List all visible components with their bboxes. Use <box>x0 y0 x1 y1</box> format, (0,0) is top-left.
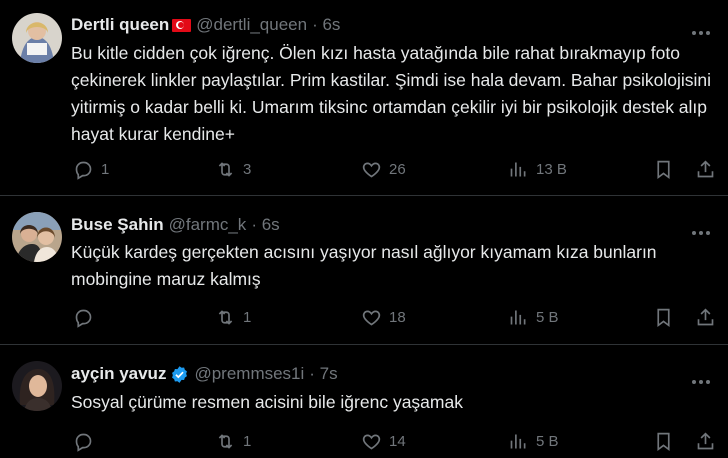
bookmark-button[interactable] <box>653 431 674 452</box>
display-name[interactable]: ayçin yavuz <box>71 364 166 384</box>
share-button[interactable] <box>695 431 716 452</box>
turkey-flag-icon <box>172 18 192 32</box>
avatar[interactable] <box>12 212 62 262</box>
retweet-button[interactable]: 3 <box>215 159 251 180</box>
heart-icon <box>362 434 381 450</box>
retweet-button[interactable]: 1 <box>215 431 251 452</box>
share-icon <box>697 432 714 450</box>
reply-button[interactable]: 1 <box>73 159 109 180</box>
reply-icon <box>75 433 92 452</box>
bookmark-button[interactable] <box>653 307 674 328</box>
like-button[interactable]: 14 <box>361 431 406 452</box>
avatar[interactable] <box>12 361 62 411</box>
views-button[interactable]: 5 B <box>508 307 559 328</box>
tweet-actions: 1 14 5 B <box>71 431 716 455</box>
tweet-text: Bu kitle cidden çok iğrenç. Ölen kızı ha… <box>71 43 711 144</box>
tweet-text: Sosyal çürüme resmen acisini bile iğrenc… <box>71 392 463 412</box>
timestamp[interactable]: · 6s <box>251 215 279 235</box>
tweet-text: Küçük kardeş gerçekten acısını yaşıyor n… <box>71 242 657 289</box>
heart-icon <box>362 162 381 178</box>
handle[interactable]: @premmses1i <box>194 364 304 384</box>
share-button[interactable] <box>695 307 716 328</box>
bookmark-icon <box>657 432 670 452</box>
retweet-count: 3 <box>243 161 252 178</box>
bookmark-button[interactable] <box>653 159 674 180</box>
heart-icon <box>362 310 381 326</box>
views-icon <box>510 434 526 449</box>
like-button[interactable]: 18 <box>361 307 406 328</box>
view-count: 5 B <box>536 309 559 326</box>
retweet-count: 1 <box>243 433 252 450</box>
retweet-button[interactable]: 1 <box>215 307 251 328</box>
reply-button[interactable] <box>73 431 101 452</box>
tweet-3[interactable]: ayçin yavuz @premmses1i · 7s Sosyal çürü… <box>0 345 728 458</box>
views-button[interactable]: 13 B <box>508 159 567 180</box>
more-icon[interactable] <box>692 222 714 235</box>
like-count: 18 <box>389 309 406 326</box>
bookmark-icon <box>657 308 670 328</box>
retweet-icon <box>218 162 233 177</box>
view-count: 13 B <box>536 161 567 178</box>
like-button[interactable]: 26 <box>361 159 406 180</box>
share-icon <box>697 308 714 326</box>
like-count: 26 <box>389 161 406 178</box>
reply-icon <box>75 309 92 328</box>
retweet-count: 1 <box>243 309 252 326</box>
display-name[interactable]: Dertli queen <box>71 15 169 35</box>
more-icon[interactable] <box>692 371 714 384</box>
share-button[interactable] <box>695 159 716 180</box>
timestamp[interactable]: · 7s <box>309 364 337 384</box>
tweet-header: Dertli queen @dertli_queen · 6s <box>71 15 340 35</box>
view-count: 5 B <box>536 433 559 450</box>
views-button[interactable]: 5 B <box>508 431 559 452</box>
tweet-actions: 1 18 5 B <box>71 307 716 331</box>
share-icon <box>697 160 714 178</box>
tweet-1[interactable]: Dertli queen @dertli_queen · 6s Bu kitle… <box>0 0 728 193</box>
handle[interactable]: @dertli_queen <box>196 15 307 35</box>
like-count: 14 <box>389 433 406 450</box>
views-icon <box>510 162 526 177</box>
bookmark-icon <box>657 160 670 180</box>
timestamp[interactable]: · 6s <box>312 15 340 35</box>
avatar[interactable] <box>12 13 62 63</box>
more-icon[interactable] <box>692 22 714 35</box>
retweet-icon <box>218 310 233 325</box>
verified-badge-icon <box>172 365 188 383</box>
reply-count: 1 <box>101 161 110 178</box>
reply-icon <box>75 161 92 180</box>
tweet-header: Buse Şahin @farmc_k · 6s <box>71 215 280 235</box>
display-name[interactable]: Buse Şahin <box>71 215 164 235</box>
tweet-actions: 1 3 26 13 B <box>71 159 716 183</box>
retweet-icon <box>218 434 233 449</box>
tweet-header: ayçin yavuz @premmses1i · 7s <box>71 364 338 384</box>
tweet-2[interactable]: Buse Şahin @farmc_k · 6s Küçük kardeş ge… <box>0 196 728 346</box>
handle[interactable]: @farmc_k <box>169 215 247 235</box>
reply-button[interactable] <box>73 307 101 328</box>
views-icon <box>510 310 526 325</box>
